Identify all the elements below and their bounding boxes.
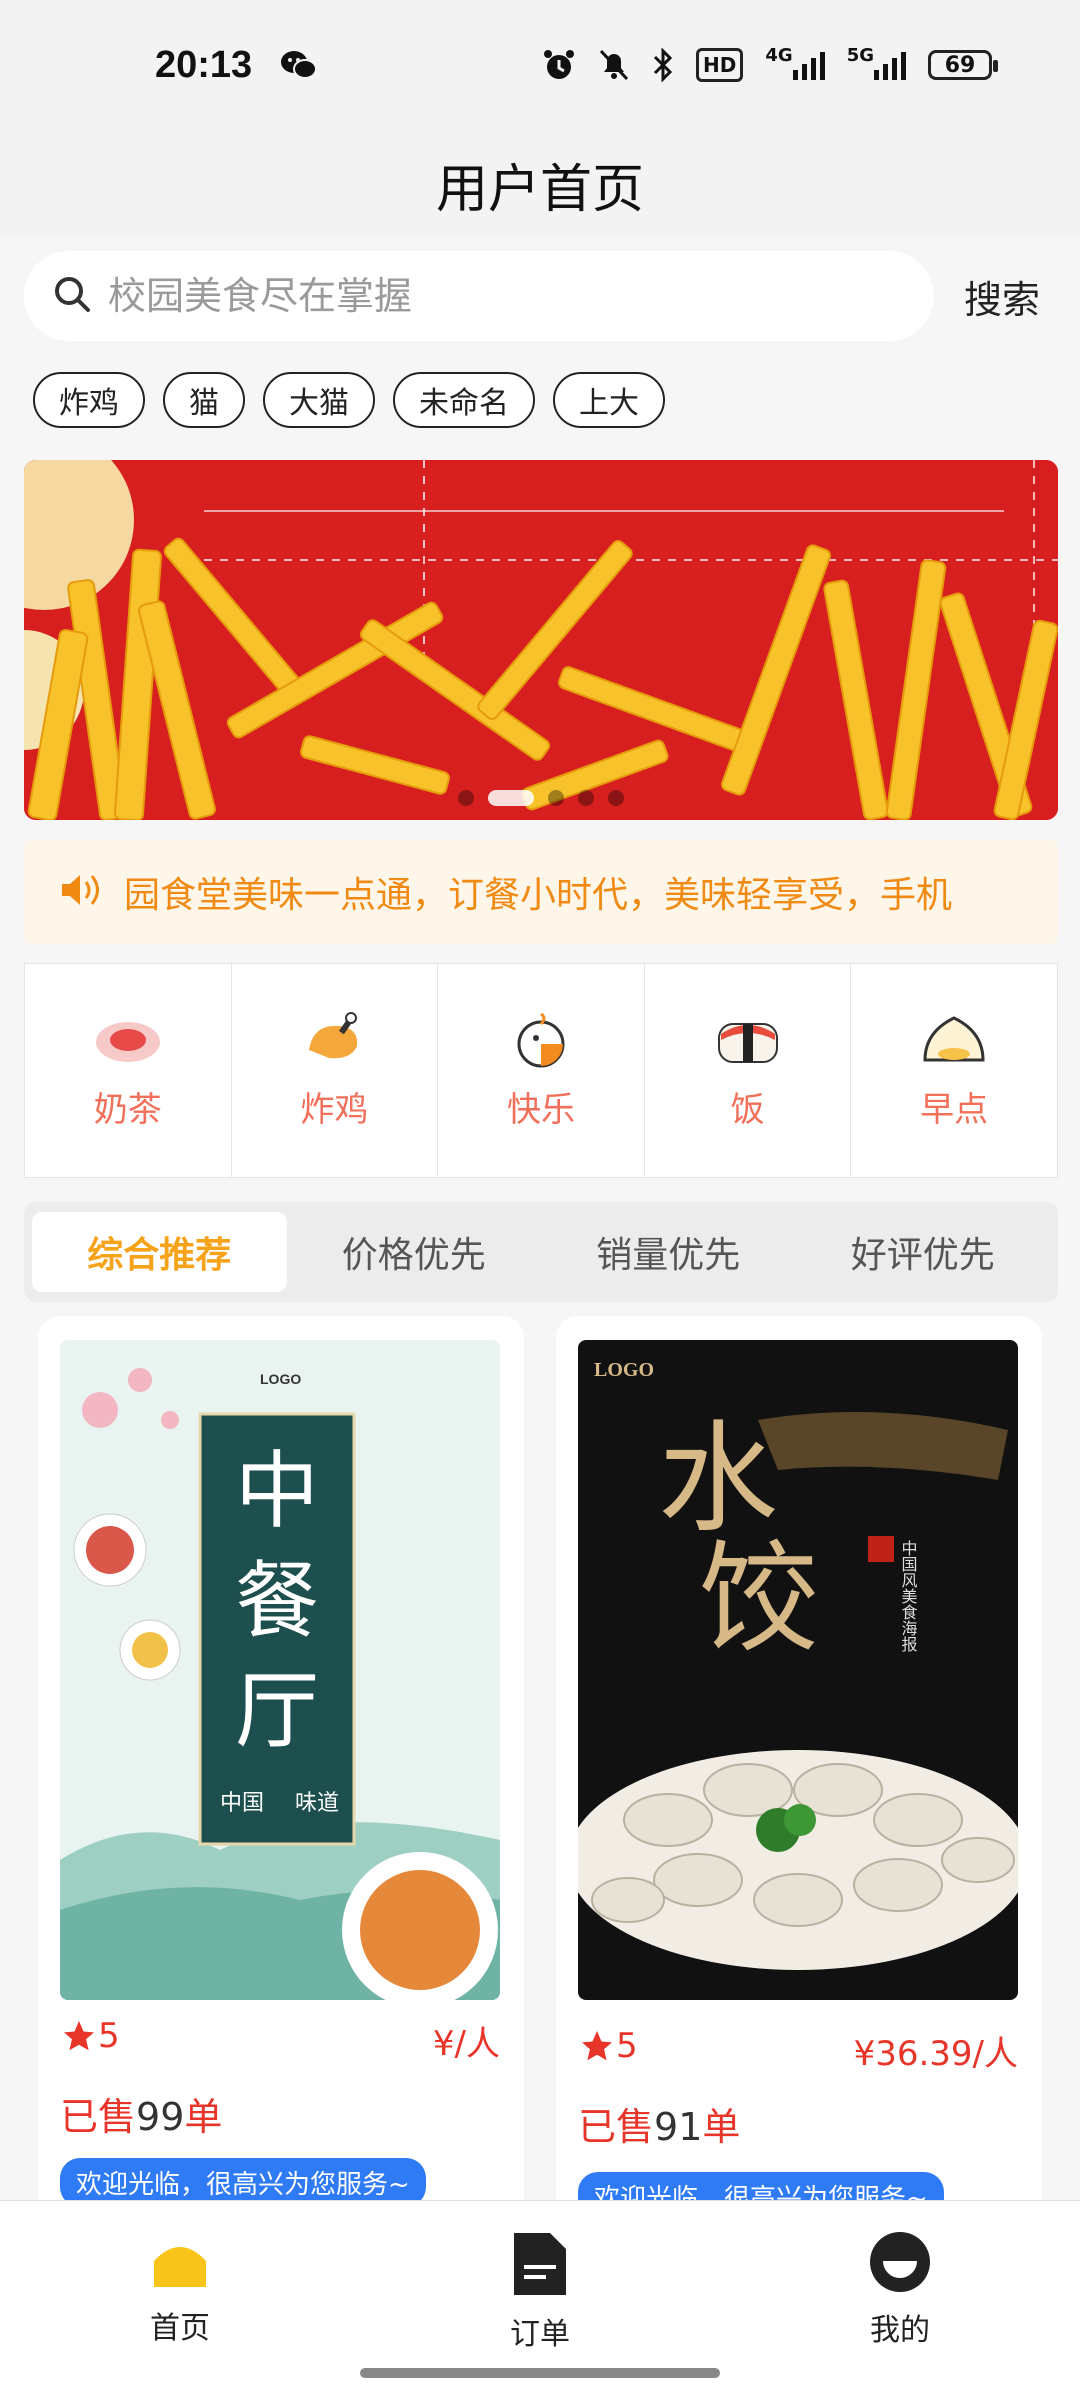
notice-text: 园食堂美味一点通，订餐小时代，美味轻享受，手机 — [124, 875, 953, 916]
category-label: 快乐 — [506, 1090, 575, 1130]
tab-sales[interactable]: 销量优先 — [541, 1212, 796, 1292]
product-sold: 已售91单 — [578, 2105, 741, 2149]
star-icon — [582, 2031, 612, 2061]
status-bar: 20:13 HD 4G 5G 69 — [0, 0, 1080, 130]
category-breakfast[interactable]: 早点 — [851, 964, 1057, 1177]
carousel-dot[interactable] — [548, 790, 564, 806]
carousel-indicator — [458, 790, 624, 806]
product-card[interactable]: 中餐厅 中国 味道 LOGO 5 ¥/人 已售99单 欢迎光临，很高兴为您服务~ — [38, 1316, 524, 2216]
svg-text:中餐厅: 中餐厅 — [235, 1442, 319, 1760]
banner-fries-image — [24, 460, 1058, 820]
carousel-dot-active[interactable] — [488, 790, 534, 806]
nav-label: 我的 — [870, 2313, 930, 2348]
category-rice[interactable]: 饭 — [645, 964, 852, 1177]
mute-bell-icon — [598, 45, 630, 85]
sort-tabs: 综合推荐 价格优先 销量优先 好评优先 — [24, 1202, 1058, 1302]
history-tag[interactable]: 上大 — [553, 372, 665, 428]
product-poster: 中餐厅 中国 味道 LOGO — [60, 1340, 500, 2000]
bluetooth-icon — [652, 45, 674, 85]
search-row: 搜索 — [24, 250, 1064, 342]
product-rating: 5 — [578, 2026, 638, 2066]
dumpling-poster: 水 饺 中国风美食海报 LOGO — [578, 1340, 1018, 2000]
tab-recommended[interactable]: 综合推荐 — [32, 1212, 287, 1292]
product-price: ¥/人 — [432, 2024, 500, 2064]
carousel-dot[interactable] — [458, 790, 474, 806]
notice-bar: 园食堂美味一点通，订餐小时代，美味轻享受，手机 — [24, 840, 1058, 944]
category-fried-chicken[interactable]: 炸鸡 — [232, 964, 439, 1177]
category-label: 饭 — [730, 1090, 765, 1130]
fried-chicken-icon — [309, 1012, 358, 1059]
product-card[interactable]: 水 饺 中国风美食海报 LOGO 5 ¥36.39/人 已售91单 欢迎光临，很… — [556, 1316, 1042, 2216]
page-title: 用户首页 — [435, 159, 644, 220]
tab-price[interactable]: 价格优先 — [287, 1212, 542, 1292]
history-tag[interactable]: 大猫 — [263, 372, 375, 428]
happy-meal-icon — [517, 1012, 565, 1068]
banner-carousel[interactable] — [24, 460, 1058, 820]
product-price: ¥36.39/人 — [853, 2034, 1018, 2074]
svg-text:水: 水 — [658, 1410, 778, 1549]
order-document-icon — [514, 2233, 566, 2295]
history-tag[interactable]: 猫 — [163, 372, 245, 428]
search-button[interactable]: 搜索 — [964, 269, 1040, 324]
category-label: 早点 — [920, 1090, 989, 1130]
star-icon — [64, 2021, 94, 2051]
nav-label: 首页 — [150, 2311, 210, 2346]
search-box[interactable] — [24, 251, 934, 341]
product-sold: 已售99单 — [60, 2095, 223, 2139]
nav-label: 订单 — [510, 2317, 570, 2352]
svg-text:LOGO: LOGO — [594, 1359, 654, 1381]
speaker-icon — [58, 870, 106, 914]
svg-text:LOGO: LOGO — [260, 1371, 301, 1387]
gesture-home-bar[interactable] — [360, 2368, 720, 2378]
svg-text:中国: 中国 — [220, 1791, 264, 1816]
search-input[interactable] — [106, 273, 890, 319]
bun-icon — [923, 1016, 985, 1062]
svg-text:饺: 饺 — [698, 1530, 818, 1669]
battery-indicator: 69 — [928, 50, 998, 80]
signal-5g-icon: 5G — [847, 45, 906, 85]
wechat-icon — [280, 45, 318, 85]
svg-text:中国风美食海报: 中国风美食海报 — [899, 1540, 918, 1653]
history-tag[interactable]: 炸鸡 — [33, 372, 145, 428]
category-label: 奶茶 — [93, 1090, 162, 1130]
home-icon — [154, 2247, 206, 2287]
alarm-icon — [542, 45, 576, 85]
category-happy[interactable]: 快乐 — [438, 964, 645, 1177]
tab-rating[interactable]: 好评优先 — [796, 1212, 1051, 1292]
product-poster: 水 饺 中国风美食海报 LOGO — [578, 1340, 1018, 2000]
search-icon — [52, 274, 92, 318]
chinese-restaurant-poster: 中餐厅 中国 味道 LOGO — [60, 1340, 500, 2000]
nav-profile[interactable]: 我的 — [720, 2201, 1080, 2401]
carousel-dot[interactable] — [608, 790, 624, 806]
svg-text:味道: 味道 — [295, 1791, 339, 1816]
carousel-dot[interactable] — [578, 790, 594, 806]
signal-4g-icon: 4G — [765, 45, 825, 85]
category-label: 炸鸡 — [300, 1090, 369, 1130]
sushi-icon — [717, 1023, 778, 1063]
search-history-tags: 炸鸡 猫 大猫 未命名 上大 — [33, 372, 665, 428]
status-time: 20:13 — [155, 43, 253, 86]
nav-home[interactable]: 首页 — [0, 2201, 360, 2401]
product-rating: 5 — [60, 2016, 120, 2056]
milk-tea-icon — [95, 1022, 160, 1062]
category-milk-tea[interactable]: 奶茶 — [25, 964, 232, 1177]
category-grid: 奶茶 炸鸡 快乐 饭 早点 — [24, 963, 1058, 1178]
profile-icon — [870, 2232, 930, 2292]
hd-icon: HD — [696, 48, 744, 82]
history-tag[interactable]: 未命名 — [393, 372, 535, 428]
